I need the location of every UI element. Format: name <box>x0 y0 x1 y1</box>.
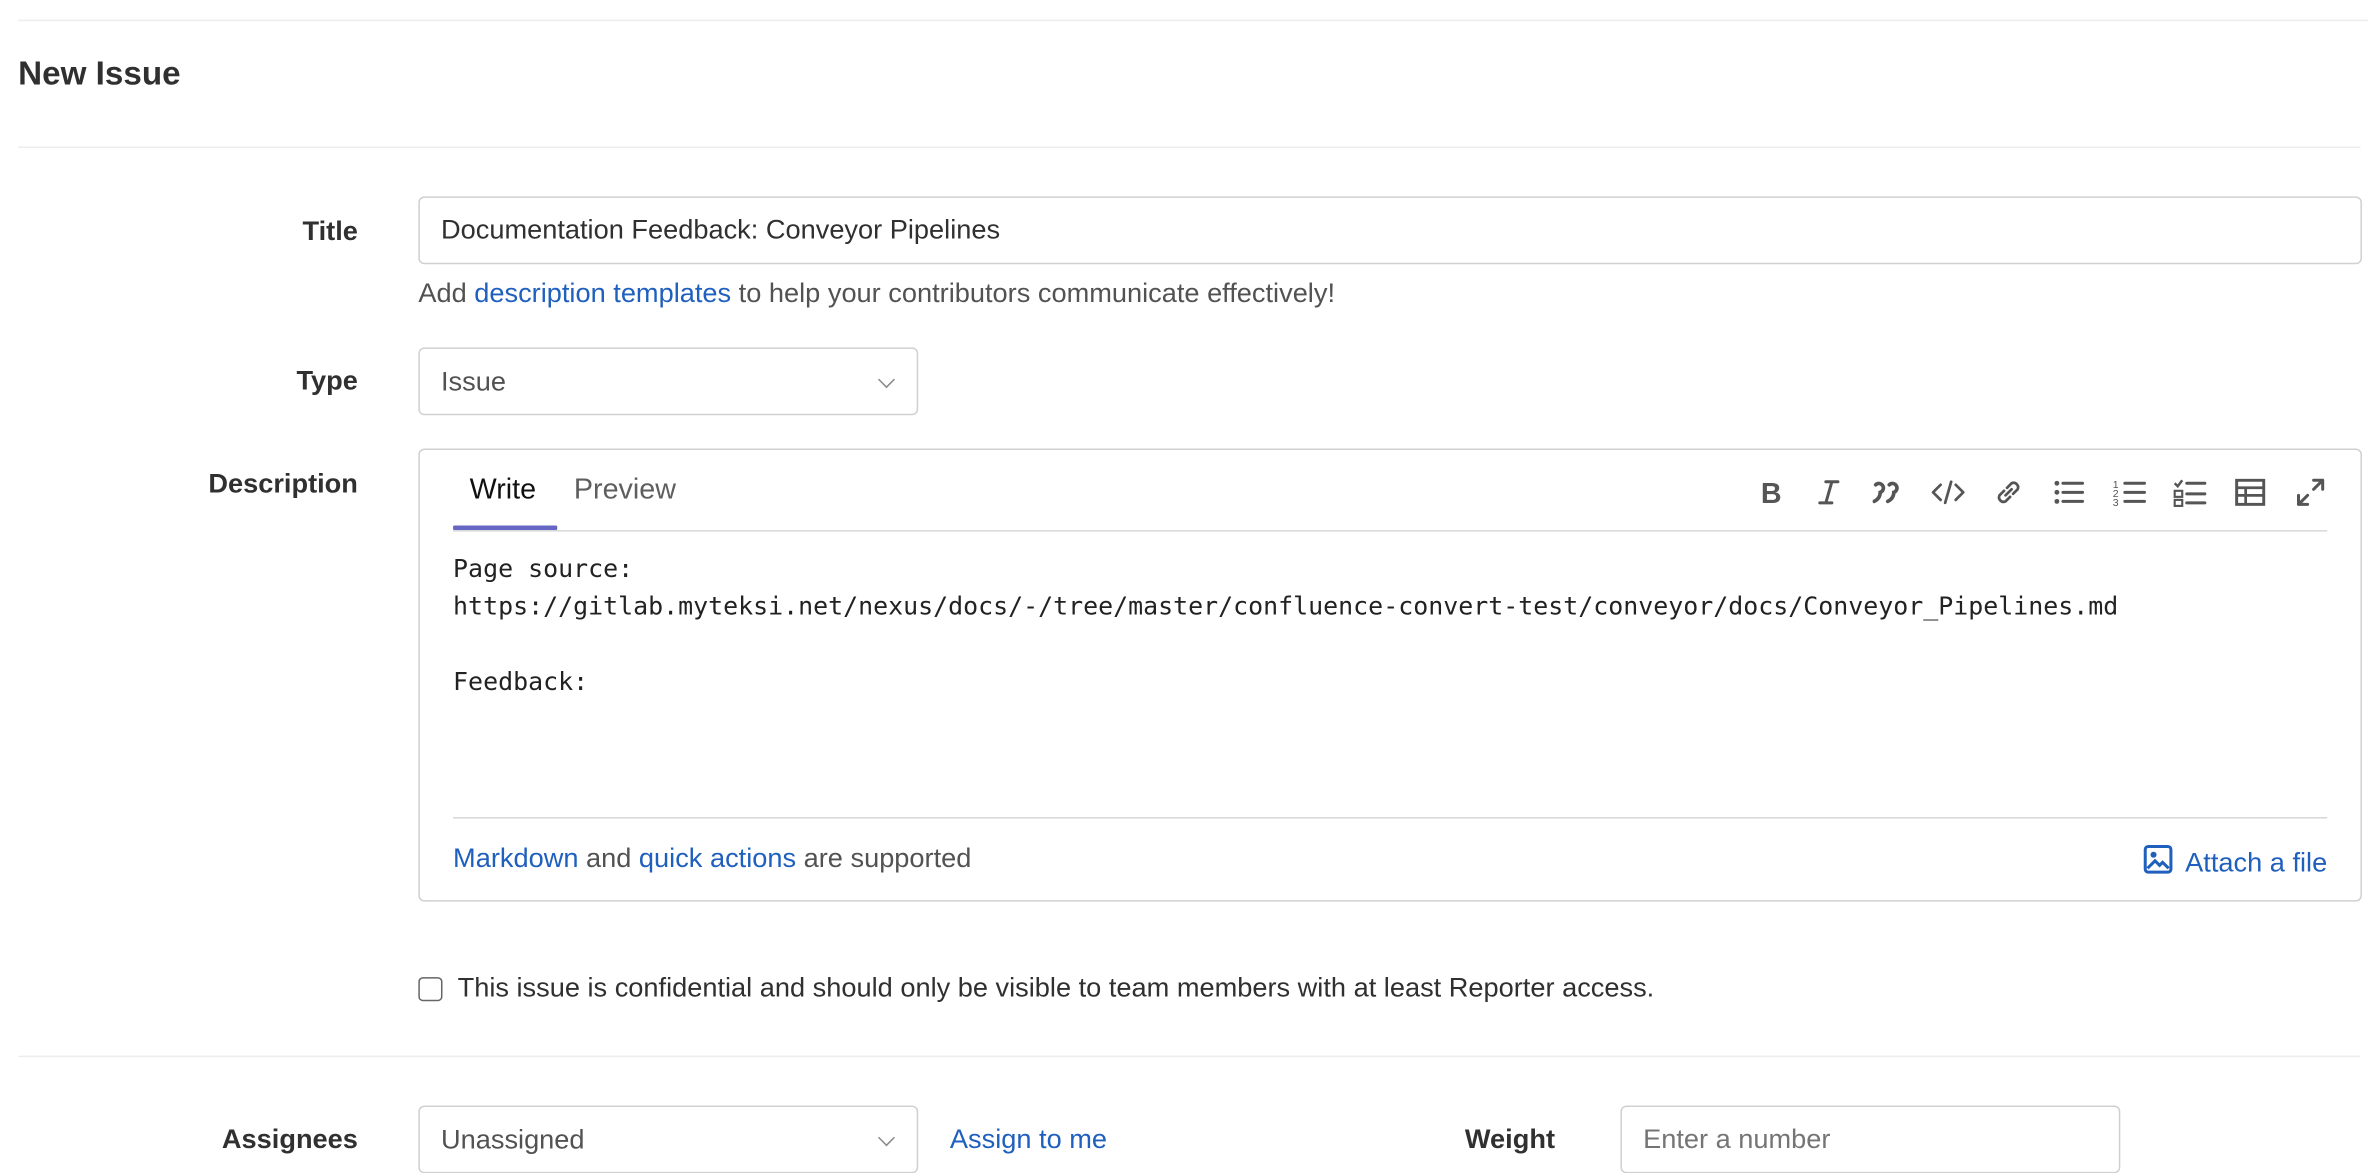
footer-suffix: are supported <box>796 842 972 873</box>
image-icon <box>2143 844 2173 882</box>
bullet-list-icon[interactable] <box>2051 474 2087 510</box>
tab-preview[interactable]: Preview <box>574 474 676 507</box>
top-divider <box>18 19 2368 22</box>
confidential-checkbox[interactable] <box>418 976 443 1001</box>
weight-input[interactable] <box>1620 1105 2121 1173</box>
type-select[interactable]: Issue <box>418 347 919 416</box>
type-select-value: Issue <box>440 365 506 396</box>
title-divider <box>18 146 2361 148</box>
code-icon[interactable] <box>1930 474 1966 510</box>
assignees-select[interactable]: Unassigned <box>418 1105 919 1173</box>
editor-footer-divider <box>453 817 2328 819</box>
footer-and: and <box>578 842 639 873</box>
chevron-down-icon <box>877 1128 896 1146</box>
link-icon[interactable] <box>1990 474 2026 510</box>
hint-suffix: to help your contributors communicate ef… <box>731 277 1335 309</box>
confidential-label[interactable]: This issue is confidential and should on… <box>458 973 1655 1005</box>
tabs-divider <box>453 530 2328 532</box>
svg-text:B: B <box>1761 479 1782 506</box>
fullscreen-icon[interactable] <box>2292 474 2328 510</box>
description-templates-hint: Add description templates to help your c… <box>418 278 1335 310</box>
description-templates-link[interactable]: description templates <box>474 278 731 308</box>
title-label: Title <box>302 215 358 247</box>
svg-text:3: 3 <box>2113 497 2119 508</box>
weight-label: Weight <box>1464 1123 1556 1154</box>
attach-file-button[interactable]: Attach a file <box>2143 844 2327 882</box>
page-title: New Issue <box>18 54 181 93</box>
task-list-icon[interactable] <box>2172 474 2208 510</box>
description-textarea[interactable]: Page source: https://gitlab.myteksi.net/… <box>453 549 2326 799</box>
bold-icon[interactable]: B <box>1752 474 1788 510</box>
italic-icon[interactable] <box>1811 474 1847 510</box>
chevron-down-icon <box>877 370 896 388</box>
numbered-list-icon[interactable]: 123 <box>2111 474 2147 510</box>
description-label: Description <box>208 468 358 499</box>
assign-to-me-link[interactable]: Assign to me <box>950 1124 1107 1156</box>
assignees-select-value: Unassigned <box>440 1123 585 1154</box>
tab-write[interactable]: Write <box>470 474 536 507</box>
markdown-link[interactable]: Markdown <box>453 843 578 873</box>
table-icon[interactable] <box>2232 474 2268 510</box>
description-editor: Write Preview B 123 Page source: https:/… <box>418 448 2362 902</box>
hint-prefix: Add <box>418 277 475 309</box>
confidential-row: This issue is confidential and should on… <box>418 973 1654 1005</box>
assignees-label: Assignees <box>221 1123 358 1154</box>
title-input[interactable] <box>418 196 2362 265</box>
type-label: Type <box>296 365 358 396</box>
attach-file-label: Attach a file <box>2185 847 2328 878</box>
new-issue-page: New Issue Title Add description template… <box>0 0 2368 1173</box>
quote-icon[interactable] <box>1870 474 1906 510</box>
editor-footer-note: Markdown and quick actions are supported <box>453 843 971 875</box>
quick-actions-link[interactable]: quick actions <box>639 843 796 873</box>
meta-divider <box>18 1055 2361 1058</box>
